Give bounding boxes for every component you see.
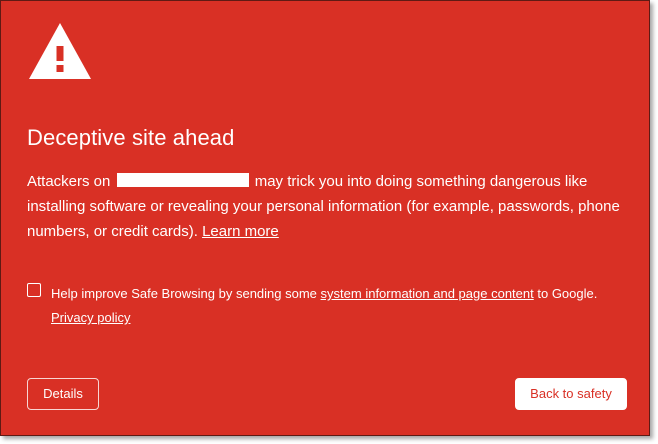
- opt-in-checkbox[interactable]: [27, 283, 41, 297]
- warning-description: Attackers on may trick you into doing so…: [27, 169, 627, 244]
- interstitial-page: Deceptive site ahead Attackers on may tr…: [0, 0, 650, 436]
- safe-browsing-opt-in: Help improve Safe Browsing by sending so…: [27, 282, 627, 330]
- back-to-safety-button[interactable]: Back to safety: [515, 378, 627, 410]
- details-button[interactable]: Details: [27, 378, 99, 410]
- system-information-link[interactable]: system information and page content: [321, 286, 534, 301]
- opt-in-text-suffix: to Google.: [537, 286, 598, 301]
- redacted-site-name: [116, 173, 249, 187]
- opt-in-text-prefix: Help improve Safe Browsing by sending so…: [51, 286, 317, 301]
- opt-in-label: Help improve Safe Browsing by sending so…: [51, 282, 627, 330]
- learn-more-link[interactable]: Learn more: [202, 223, 279, 240]
- privacy-policy-link[interactable]: Privacy policy: [51, 310, 130, 325]
- warning-triangle-icon: [29, 23, 91, 79]
- page-title: Deceptive site ahead: [27, 125, 235, 150]
- body-text-prefix: Attackers on: [27, 173, 111, 190]
